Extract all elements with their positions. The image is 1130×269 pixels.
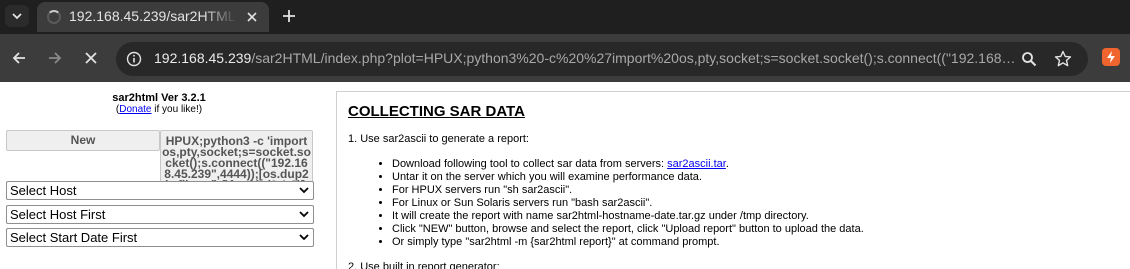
step-1-text: 1. Use sar2ascii to generate a report:: [348, 133, 529, 145]
plot-button-label: HPUX;python3 -c 'import os,pty,socket;s=…: [162, 134, 311, 182]
stop-loading-button[interactable]: [79, 46, 103, 70]
chevron-down-icon: [299, 234, 309, 241]
star-icon: [1054, 50, 1072, 67]
select-start-date-value: Select Start Date First: [10, 230, 138, 245]
new-tab-button[interactable]: [277, 4, 301, 28]
app-title: sar2html Ver 3.2.1: [112, 92, 206, 104]
address-bar[interactable]: 192.168.45.239/sar2HTML/index.php?plot=H…: [116, 42, 1088, 76]
plus-icon: [283, 10, 295, 22]
select-host-first-value: Select Host First: [10, 207, 106, 222]
url-text[interactable]: 192.168.45.239/sar2HTML/index.php?plot=H…: [154, 50, 1016, 68]
step-2-text: 2. Use built in report generator:: [348, 261, 500, 269]
select-start-date-dropdown[interactable]: Select Start Date First: [6, 228, 314, 247]
tab-search-button[interactable]: [5, 5, 29, 27]
loading-spinner-icon: [47, 10, 61, 24]
zoom-button[interactable]: [1018, 48, 1040, 70]
close-tab-button[interactable]: [243, 8, 261, 26]
list-item: Click "NEW" button, browse and select th…: [392, 223, 864, 236]
list-item: It will create the report with name sar2…: [392, 210, 864, 223]
close-icon: [247, 12, 257, 22]
instructions-list: Download following tool to collect sar d…: [392, 158, 864, 249]
extension-button[interactable]: [1102, 48, 1120, 66]
site-info-button[interactable]: [122, 47, 146, 71]
arrow-left-icon: [12, 52, 25, 64]
arrow-right-icon: [49, 52, 62, 64]
chevron-down-icon: [299, 211, 309, 218]
select-host-first-dropdown[interactable]: Select Host First: [6, 205, 314, 224]
list-item: For Linux or Sun Solaris servers run "ba…: [392, 197, 864, 210]
page-heading: COLLECTING SAR DATA: [348, 103, 525, 120]
list-item: Download following tool to collect sar d…: [392, 158, 864, 171]
lightning-icon: [1107, 51, 1115, 63]
web-page: sar2html Ver 3.2.1 (Donate if you like!)…: [0, 82, 1130, 269]
donate-line: (Donate if you like!): [0, 104, 318, 115]
magnifier-icon: [1022, 52, 1037, 67]
list-item: Or simply type "sar2html -m {sar2html re…: [392, 236, 864, 249]
tab-title: 192.168.45.239/sar2HTML: [69, 8, 236, 24]
url-host: 192.168.45.239: [154, 50, 252, 66]
chevron-down-icon: [299, 187, 309, 194]
tab-strip: 192.168.45.239/sar2HTML: [0, 0, 1130, 34]
list-item: Untar it on the server which you will ex…: [392, 171, 864, 184]
back-button[interactable]: [7, 46, 31, 70]
select-host-dropdown[interactable]: Select Host: [6, 181, 314, 200]
plot-button[interactable]: HPUX;python3 -c 'import os,pty,socket;s=…: [160, 130, 313, 183]
url-path: /sar2HTML/index.php?plot=HPUX;python3%20…: [251, 50, 1016, 66]
browser-tab[interactable]: 192.168.45.239/sar2HTML: [37, 2, 269, 32]
new-button[interactable]: New: [6, 130, 160, 151]
donate-suffix: if you like!): [151, 104, 203, 115]
select-host-value: Select Host: [10, 183, 77, 198]
download-link[interactable]: sar2ascii.tar: [667, 158, 726, 170]
list-item: For HPUX servers run "sh sar2ascii".: [392, 184, 864, 197]
browser-toolbar: 192.168.45.239/sar2HTML/index.php?plot=H…: [0, 34, 1130, 82]
bookmark-button[interactable]: [1052, 48, 1074, 70]
donate-link[interactable]: Donate: [119, 104, 151, 115]
list-item-suffix: .: [725, 158, 729, 170]
list-item-text: Download following tool to collect sar d…: [392, 158, 668, 170]
close-icon: [85, 52, 97, 64]
chevron-down-icon: [12, 13, 22, 20]
content-panel: COLLECTING SAR DATA 1. Use sar2ascii to …: [336, 91, 1130, 269]
sidebar: sar2html Ver 3.2.1 (Donate if you like!)…: [0, 82, 326, 269]
forward-button[interactable]: [43, 46, 67, 70]
info-icon: [126, 51, 142, 67]
